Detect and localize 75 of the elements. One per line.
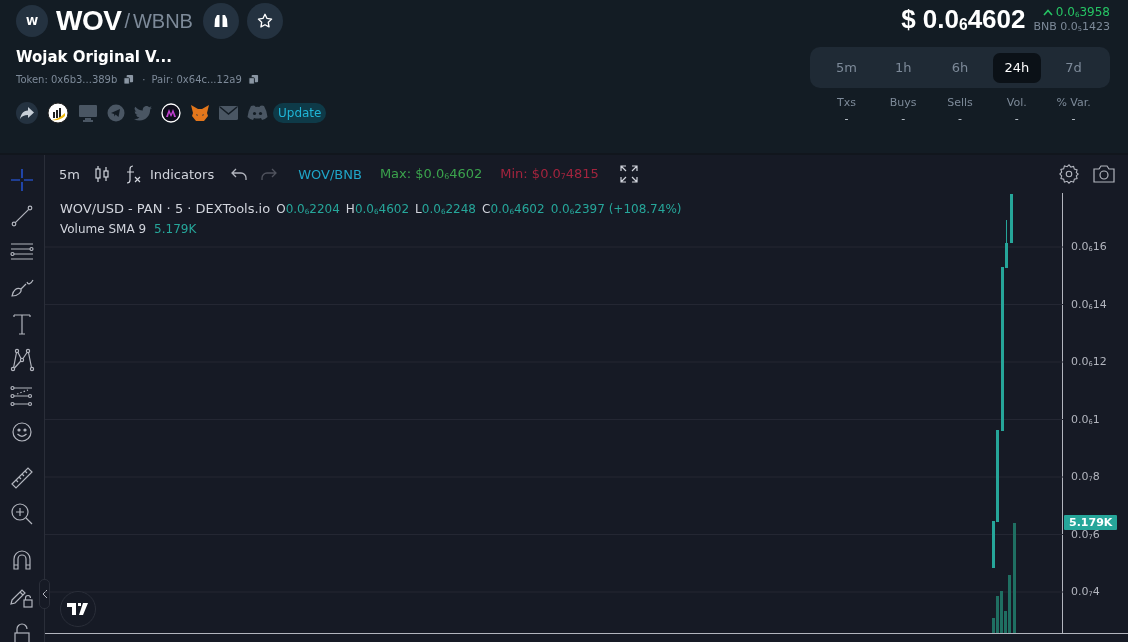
ruler-tool[interactable]	[9, 465, 35, 491]
separator: /	[124, 9, 130, 33]
app-logo-icon[interactable]	[161, 103, 181, 123]
ohlc-label: L	[415, 202, 422, 216]
ohlc-value: 0.0$_{6}$2248	[421, 202, 476, 217]
camera-icon[interactable]	[1092, 163, 1116, 185]
ohlc-value: 0.0$_{6}$4602	[490, 202, 545, 217]
binoculars-icon	[212, 13, 229, 29]
price-axis-label: 0.0$_{6}$12	[1071, 355, 1107, 368]
timeframe-tab[interactable]: 6h	[936, 52, 984, 83]
share-button[interactable]	[16, 102, 38, 124]
copy-icon[interactable]	[123, 74, 135, 85]
trend-line-tool[interactable]	[9, 203, 35, 229]
stat-label: % Var.	[1056, 96, 1091, 109]
timeframe-tab[interactable]: 5m	[822, 52, 871, 83]
pair-address: Pair: 0x64c...12a9	[151, 74, 242, 85]
stat-value: -	[958, 112, 962, 125]
stat-value: -	[844, 112, 849, 125]
copy-icon[interactable]	[247, 74, 259, 85]
token-logo: W	[16, 5, 48, 37]
binoculars-button[interactable]	[202, 3, 239, 39]
price-axis-label: 0.0$_{6}$1	[1071, 412, 1100, 426]
collapse-handle[interactable]	[39, 579, 50, 609]
chart-title: WOV/USD - PAN · 5 · DEXTools.io	[60, 201, 271, 216]
price-axis-label: 0.0$_{7}$6	[1071, 527, 1100, 541]
interval-button[interactable]: 5m	[59, 166, 80, 182]
stat-value: -	[1014, 112, 1019, 125]
token-name: Wojak Original V...	[16, 48, 173, 66]
favorite-button[interactable]	[246, 3, 283, 39]
price-axis-label: 0.0$_{7}$8	[1071, 470, 1100, 483]
pair-button[interactable]: WOV/BNB	[298, 166, 362, 182]
price-axis-label: 0.0$_{7}$4	[1071, 585, 1100, 598]
volume-value: 5.179K	[154, 222, 197, 237]
timeframe-tab[interactable]: 24h	[992, 52, 1041, 83]
price-axis-label: 0.0$_{6}$16	[1071, 240, 1107, 253]
chart-logo-icon[interactable]	[47, 102, 69, 124]
volume-label: Volume SMA 9	[60, 222, 147, 237]
max-price: Max: $0.0$_{6}$4602	[379, 166, 483, 182]
volume-badge: 5.179K	[1064, 515, 1118, 530]
settings-icon[interactable]	[1058, 163, 1080, 185]
ohlc-value: 0.0$_{6}$4602	[354, 202, 410, 217]
share-icon	[20, 107, 34, 119]
bnb-price: BNB 0.0$_{5}$1423	[1033, 19, 1110, 33]
fox-icon[interactable]	[190, 104, 210, 122]
indicators-button[interactable]: Indicators	[123, 164, 215, 184]
stat-value: -	[1071, 112, 1076, 125]
up-caret-icon	[1042, 9, 1053, 16]
tradingview-logo[interactable]	[60, 591, 96, 627]
stat-label: Vol.	[1006, 96, 1027, 109]
price-change: 0.0$_{6}$3958	[1055, 5, 1110, 20]
price-change: 0.0$_{6}$2397 (+108.74%)	[550, 202, 682, 217]
timeframe-tab[interactable]: 7d	[1049, 52, 1098, 83]
star-icon	[255, 12, 274, 30]
token-symbol: WOV	[56, 5, 122, 37]
price-axis-label: 0.0$_{6}$14	[1071, 297, 1107, 311]
separator-dot: ·	[142, 74, 146, 85]
timeframe-tab[interactable]: 1h	[879, 52, 928, 83]
ohlc-label: C	[482, 202, 491, 216]
stat-label: Txs	[836, 96, 856, 109]
token-address: Token: 0x6b3...389b	[16, 74, 118, 85]
update-button[interactable]: Update	[273, 103, 327, 123]
ohlc-label: O	[276, 202, 286, 216]
stat-value: -	[901, 112, 906, 125]
stat-label: Sells	[947, 96, 973, 109]
zoom-tool[interactable]	[9, 501, 35, 527]
ohlc-value: 0.0$_{6}$2204	[285, 202, 340, 217]
ohlc-label: H	[345, 202, 355, 216]
min-price: Min: $0.0$_{7}$4815	[500, 166, 599, 182]
smiley-tool[interactable]	[9, 419, 35, 445]
fullscreen-icon[interactable]	[618, 164, 639, 184]
price-value: $ 0.0$_{6}$4602	[901, 3, 1026, 35]
stat-label: Buys	[889, 96, 917, 109]
fib-tool[interactable]	[9, 383, 35, 409]
pattern-tool[interactable]	[9, 347, 35, 373]
quote-symbol: WBNB	[132, 9, 193, 33]
